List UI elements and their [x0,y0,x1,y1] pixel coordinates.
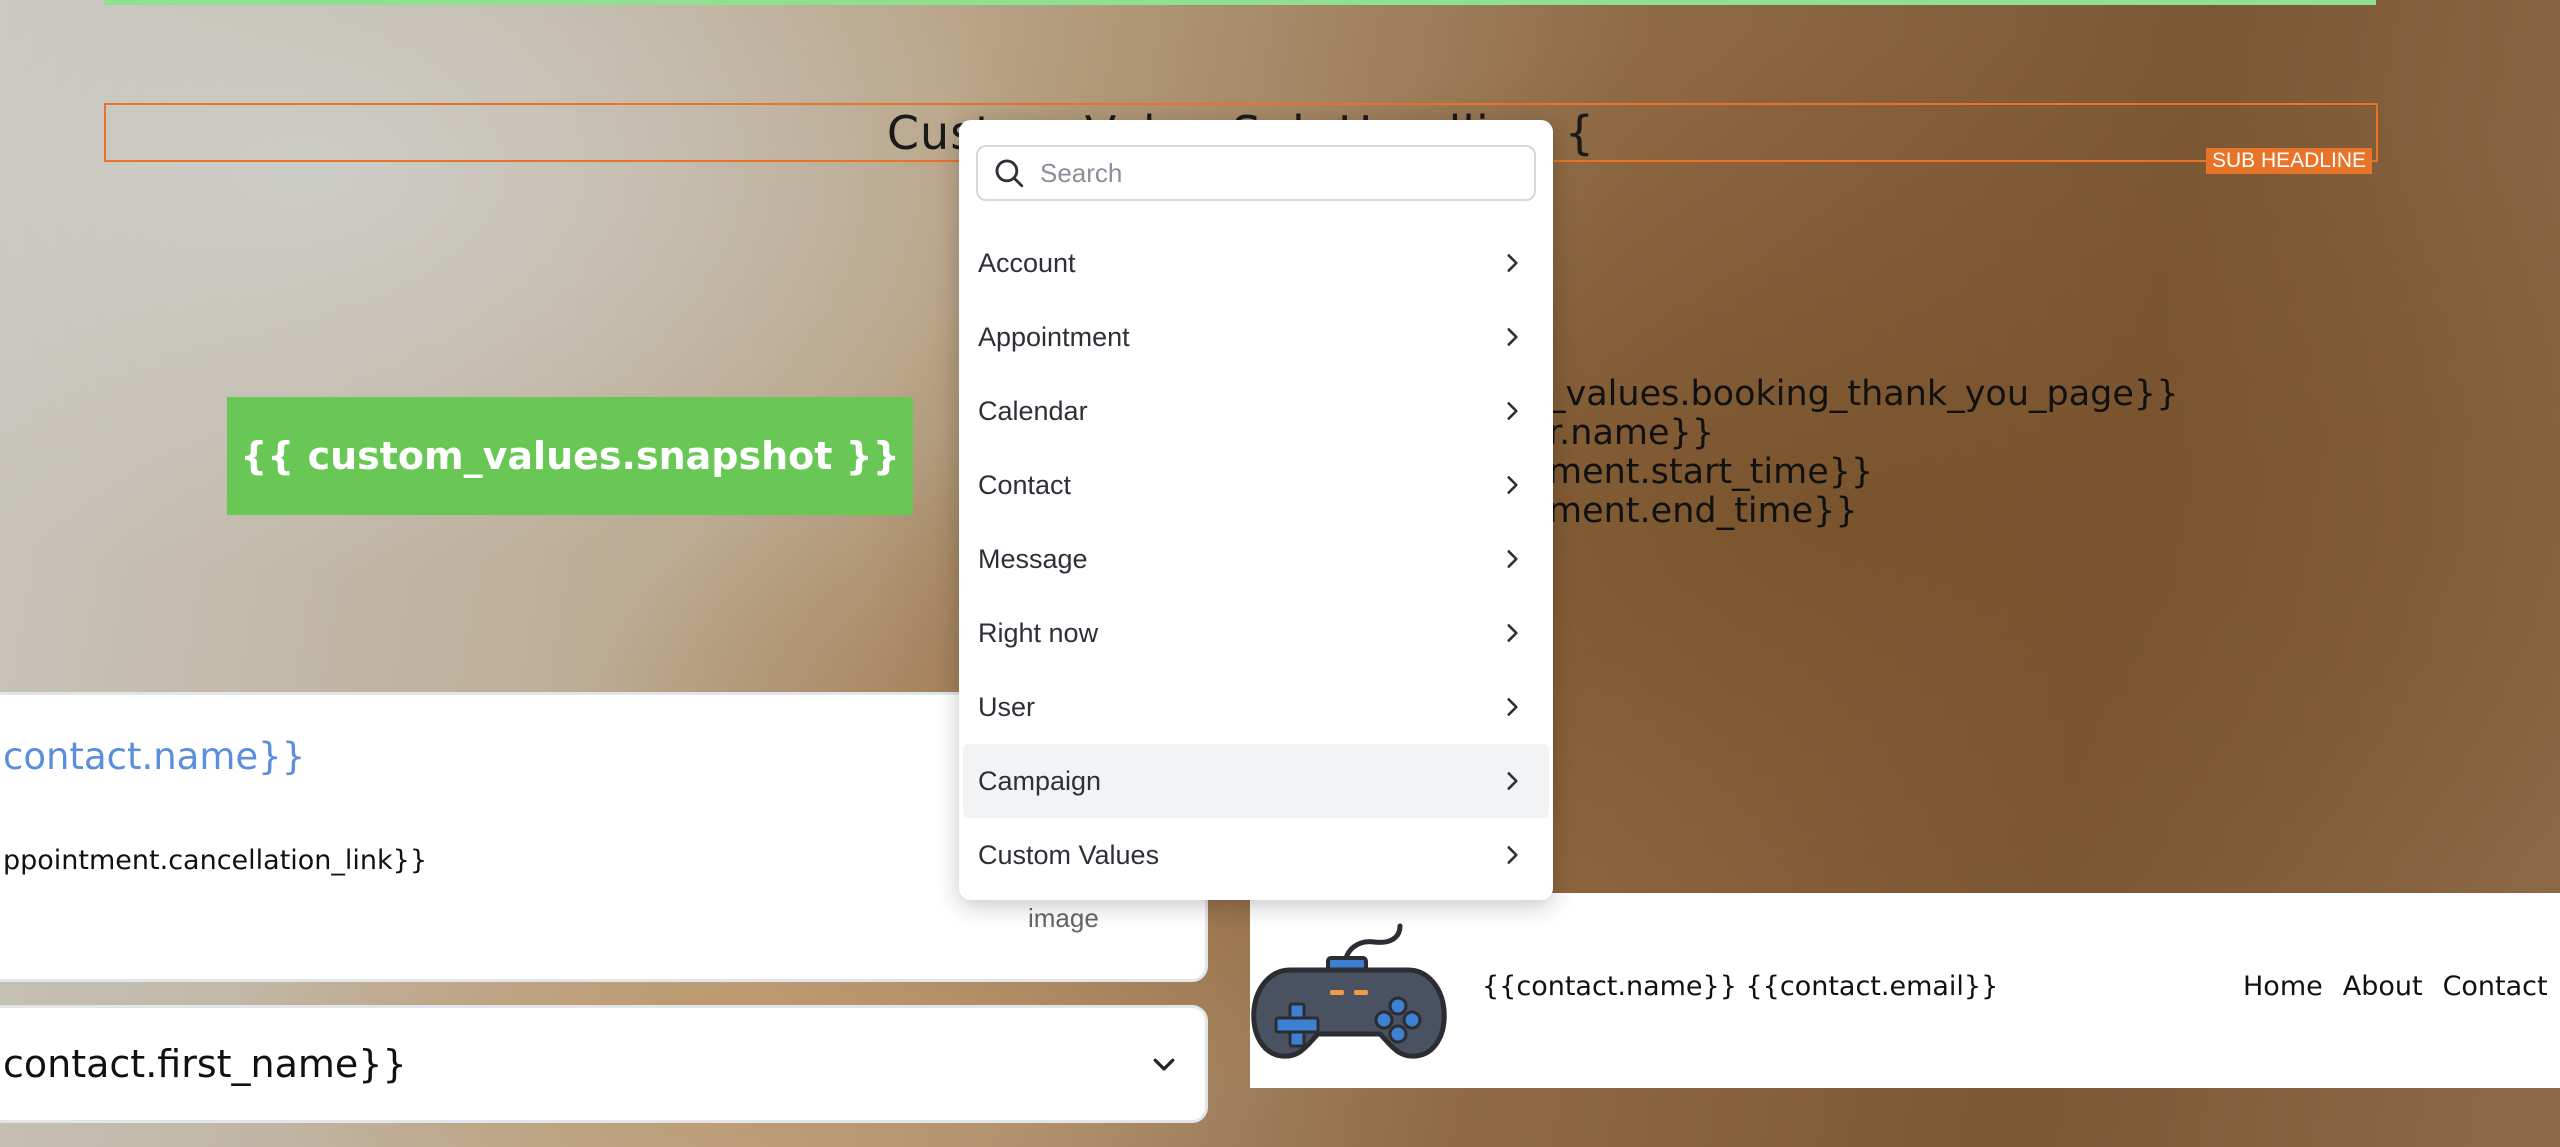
chevron-right-icon [1507,254,1518,272]
menu-item-label: Campaign [978,765,1102,796]
menu-item-label: Contact [978,469,1072,500]
search-icon [995,159,1024,188]
text-line: ment.start_time}} [1548,452,1874,492]
search-box[interactable] [976,145,1536,201]
chevron-right-icon [1507,772,1518,790]
menu-item-label: User [978,691,1036,722]
first-name-select[interactable]: contact.first_name}} [0,1005,1208,1123]
menu-item-campaign[interactable]: Campaign [963,744,1549,818]
sub-headline-badge: SUB HEADLINE [2205,148,2372,174]
menu-item-account[interactable]: Account [963,226,1549,300]
dropdown-menu: Account Appointment Calendar Contact Mes… [959,226,1553,892]
search-input[interactable] [1038,156,1482,190]
chevron-right-icon [1507,624,1518,642]
select-value: contact.first_name}} [3,1042,407,1086]
text-line: ment.end_time}} [1548,491,1858,531]
chevron-right-icon [1507,698,1518,716]
menu-item-message[interactable]: Message [963,522,1549,596]
custom-text-block[interactable]: _values.booking_thank_you_page}} r.name}… [1548,375,2178,531]
menu-item-custom-values[interactable]: Custom Values [963,818,1549,892]
text-line: _values.booking_thank_you_page}} [1548,374,2179,414]
menu-item-user[interactable]: User [963,670,1549,744]
menu-item-label: Calendar [978,395,1088,426]
chevron-right-icon [1507,328,1518,346]
nav-link-home[interactable]: Home [2243,971,2323,1002]
image-label: image [1028,903,1099,933]
chevron-right-icon [1507,550,1518,568]
menu-item-right-now[interactable]: Right now [963,596,1549,670]
menu-item-contact[interactable]: Contact [963,448,1549,522]
menu-item-calendar[interactable]: Calendar [963,374,1549,448]
chevron-right-icon [1507,476,1518,494]
navigation-bar: {{contact.name}} {{contact.email}} Home … [1250,893,2560,1088]
chevron-right-icon [1507,402,1518,420]
nav-links: Home About Contact [2243,971,2548,1002]
menu-item-label: Message [978,543,1088,574]
menu-item-label: Custom Values [978,839,1160,870]
menu-item-label: Appointment [978,321,1130,352]
custom-value-dropdown: Account Appointment Calendar Contact Mes… [959,120,1553,900]
editor-canvas: Custom Value Sub Headline { SUB HEADLINE… [0,0,2560,1147]
nav-link-about[interactable]: About [2343,971,2423,1002]
nav-contact-info: {{contact.name}} {{contact.email}} [1482,971,1999,1002]
contact-name-link[interactable]: contact.name}} [3,735,305,778]
nav-link-contact[interactable]: Contact [2443,971,2548,1002]
chevron-down-icon[interactable] [1149,1049,1179,1079]
chevron-right-icon [1507,846,1518,864]
menu-item-label: Right now [978,617,1099,648]
menu-item-appointment[interactable]: Appointment [963,300,1549,374]
top-section-strip [104,0,2376,5]
cancellation-link[interactable]: ppointment.cancellation_link}} [3,845,427,876]
snapshot-button[interactable]: {{ custom_values.snapshot }} [227,397,913,515]
gamepad-icon[interactable] [1250,918,1450,1078]
text-line: r.name}} [1548,413,1715,453]
menu-item-label: Account [978,247,1076,278]
